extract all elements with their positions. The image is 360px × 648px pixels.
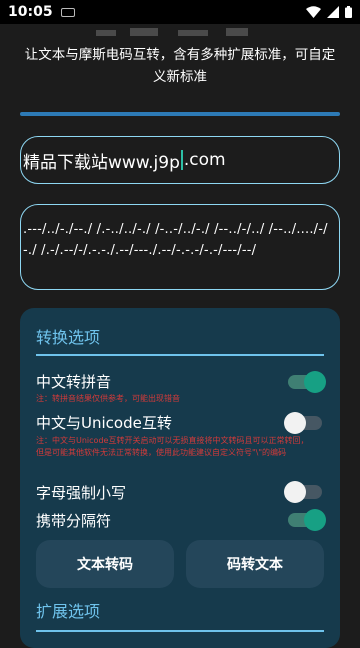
pinyin-toggle[interactable]: [288, 371, 326, 393]
header-logo-strip: [96, 28, 248, 36]
toggle-knob: [304, 371, 326, 393]
encode-button[interactable]: 文本转码: [36, 540, 174, 588]
toggle-knob: [284, 412, 306, 434]
input-text-tail: .com: [183, 150, 226, 170]
signal-icon: [327, 6, 339, 18]
battery-icon: [345, 6, 352, 18]
header-divider: [20, 112, 340, 116]
options-card: 转换选项 中文转拼音 注：转拼音结果仅供参考，可能出现错音 中文与Unicode…: [20, 308, 340, 648]
section-title-convert-options: 转换选项: [36, 328, 101, 347]
unicode-toggle[interactable]: [284, 412, 322, 434]
input-text: 精品下载站www.j9p: [23, 152, 180, 173]
decode-button[interactable]: 码转文本: [186, 540, 324, 588]
section-divider: [36, 354, 324, 356]
status-time: 10:05: [8, 4, 53, 20]
toggle-knob: [284, 481, 306, 503]
section-title-extend-options: 扩展选项: [36, 602, 101, 621]
option-lowercase-label: 字母强制小写: [36, 484, 127, 502]
morse-output[interactable]: .---/../-./--./ /.-../../-./ /-..-/../-.…: [20, 204, 340, 290]
option-unicode-note: 注：中文与Unicode互转开关启动可以无损直接将中文转码且可以正常转回，但是可…: [36, 436, 309, 457]
option-pinyin-label: 中文转拼音: [36, 373, 112, 391]
app-subtitle: 让文本与摩斯电码互转，含有多种扩展标准，可自定义新标准: [24, 47, 336, 85]
toggle-knob: [304, 509, 326, 531]
text-caret: [180, 150, 183, 170]
option-pinyin-note: 注：转拼音结果仅供参考，可能出现错音: [36, 394, 180, 403]
status-bar: 10:05: [0, 0, 360, 24]
keyboard-icon: [60, 7, 75, 17]
lowercase-toggle[interactable]: [284, 481, 322, 503]
option-unicode-label: 中文与Unicode互转: [36, 414, 172, 432]
option-separator-label: 携带分隔符: [36, 512, 112, 530]
section-divider: [36, 630, 324, 632]
text-input[interactable]: 精品下载站www.j9p .com: [20, 136, 340, 184]
wifi-icon: [306, 6, 321, 18]
separator-toggle[interactable]: [288, 509, 326, 531]
